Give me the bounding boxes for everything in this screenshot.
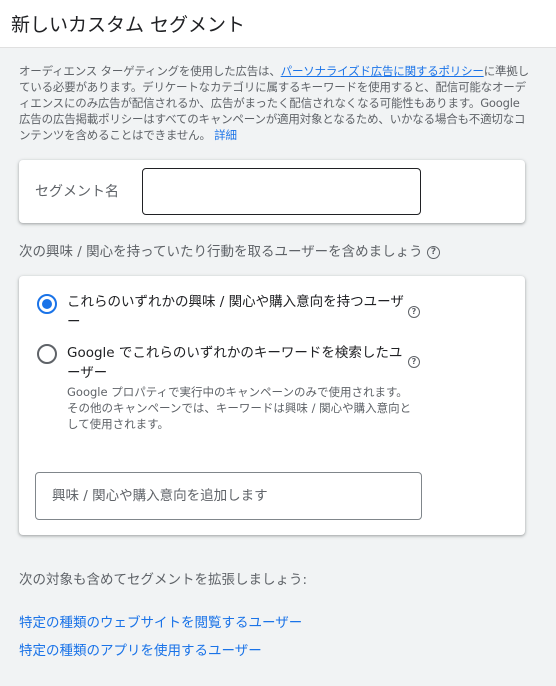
expand-segment-text: 次の対象も含めてセグメントを拡張しましょう: [19, 572, 308, 588]
interests-radio[interactable] [37, 294, 57, 314]
policy-text-before: オーディエンス ターゲティングを使用した広告は、 [19, 64, 281, 78]
apps-link[interactable]: 特定の種類のアプリを使用するユーザー [19, 639, 262, 659]
dialog-header: 新しいカスタム セグメント [0, 0, 556, 48]
segment-name-card: セグメント名 [19, 160, 525, 223]
page-title: 新しいカスタム セグメント [11, 14, 246, 36]
interests-help-icon[interactable]: ? [408, 306, 420, 318]
help-circle-icon[interactable]: ? [426, 245, 440, 259]
criteria-card: これらのいずれかの興味 / 関心や購入意向を持つユーザー ? Google でこ… [19, 276, 525, 535]
keywords-radio[interactable] [37, 344, 57, 364]
include-users-heading: 次の興味 / 関心を持っていたり行動を取るユーザーを含めましょう ? [19, 240, 440, 260]
segment-name-label: セグメント名 [35, 184, 119, 200]
segment-name-input[interactable] [142, 168, 421, 215]
interests-input[interactable] [35, 472, 422, 520]
websites-link[interactable]: 特定の種類のウェブサイトを閲覧するユーザー [19, 611, 302, 631]
include-users-text: 次の興味 / 関心を持っていたり行動を取るユーザーを含めましょう [19, 244, 423, 260]
personalized-ads-policy-link[interactable]: パーソナライズド広告に関するポリシー [281, 64, 484, 78]
keywords-help-icon[interactable]: ? [408, 356, 420, 368]
policy-notice: オーディエンス ターゲティングを使用した広告は、パーソナライズド広告に関するポリ… [19, 63, 529, 143]
keywords-option-description: Google プロパティで実行中のキャンペーンのみで使用されます。その他のキャン… [67, 385, 412, 431]
keywords-option-label[interactable]: Google でこれらのいずれかのキーワードを検索したユーザー [67, 343, 407, 383]
interests-option-label[interactable]: これらのいずれかの興味 / 関心や購入意向を持つユーザー [67, 292, 407, 332]
details-link[interactable]: 詳細 [214, 128, 237, 142]
